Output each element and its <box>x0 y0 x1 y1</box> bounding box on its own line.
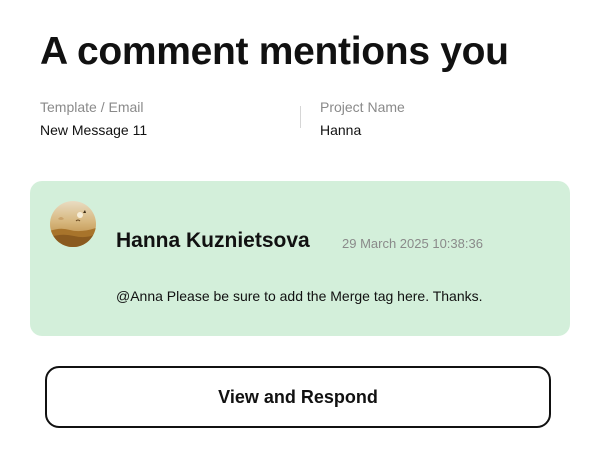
project-label: Project Name <box>320 99 405 115</box>
view-and-respond-button[interactable]: View and Respond <box>45 366 551 428</box>
avatar-image-icon <box>50 201 96 247</box>
project-meta: Project Name Hanna <box>320 98 405 139</box>
comment-message: @Anna Please be sure to add the Merge ta… <box>116 288 483 304</box>
comment-author: Hanna Kuznietsova <box>116 229 310 252</box>
page-title: A comment mentions you <box>40 30 509 73</box>
comment-timestamp: 29 March 2025 10:38:36 <box>342 236 483 251</box>
template-value: New Message 11 <box>40 122 148 138</box>
comment-card: Hanna Kuznietsova 29 March 2025 10:38:36… <box>30 181 570 336</box>
template-meta: Template / Email New Message 11 <box>40 98 147 139</box>
template-label: Template / Email <box>40 99 144 115</box>
meta-divider <box>300 106 301 128</box>
project-value: Hanna <box>320 122 362 138</box>
avatar <box>50 201 96 247</box>
comment-meta: Template / Email New Message 11 Project … <box>40 98 560 138</box>
